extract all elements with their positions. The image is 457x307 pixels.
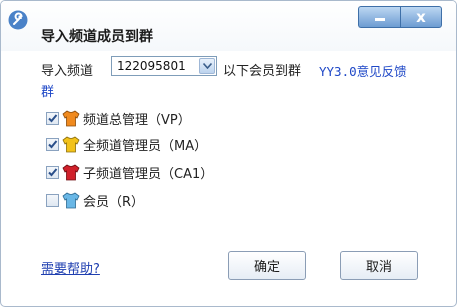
close-icon: x (416, 8, 426, 26)
role-item-ma[interactable]: 全频道管理员（MA） (46, 135, 208, 154)
role-checkbox-ma[interactable] (46, 137, 59, 151)
role-item-ca1[interactable]: 子频道管理员（CA1） (46, 163, 214, 182)
orange-shirt-icon (62, 110, 80, 126)
ok-button[interactable]: 确定 (228, 251, 306, 280)
channel-select-value: 122095801 (117, 59, 186, 73)
minimize-button[interactable] (358, 6, 400, 28)
role-item-r[interactable]: 会员（R） (46, 191, 145, 210)
role-label-ca1: 子频道管理员（CA1） (83, 166, 214, 182)
cancel-button[interactable]: 取消 (340, 251, 418, 280)
chevron-down-icon[interactable] (199, 58, 215, 74)
dialog-title: 导入频道成员到群 (41, 29, 153, 45)
yellow-shirt-icon (62, 136, 80, 152)
wrench-icon (8, 10, 28, 30)
minimize-icon (374, 17, 385, 21)
channel-select[interactable]: 122095801 (111, 56, 217, 76)
role-label-ma: 全频道管理员（MA） (83, 138, 208, 154)
role-label-r: 会员（R） (83, 194, 145, 210)
role-item-vp[interactable]: 频道总管理（VP） (46, 109, 191, 128)
red-shirt-icon (62, 164, 80, 180)
window-controls: x (358, 6, 442, 28)
group-name: YY3.0意见反馈 (319, 64, 407, 79)
title-bar[interactable]: 导入频道成员到群 x (1, 1, 456, 51)
role-checkbox-vp[interactable] (46, 111, 59, 125)
blue-shirt-icon (62, 192, 80, 208)
import-middle-text: 以下会员到群 (223, 64, 302, 79)
import-label: 导入频道 (41, 64, 94, 79)
role-label-vp: 频道总管理（VP） (83, 112, 191, 128)
role-checkbox-ca1[interactable] (46, 165, 59, 179)
role-checkbox-r[interactable] (46, 193, 59, 207)
help-link[interactable]: 需要帮助? (41, 258, 100, 277)
group-name-suffix: 群 (41, 85, 55, 100)
close-button[interactable]: x (400, 6, 442, 28)
import-members-dialog: 导入频道成员到群 x 导入频道 122095801 以下会员到群 YY3.0意见… (0, 0, 457, 307)
